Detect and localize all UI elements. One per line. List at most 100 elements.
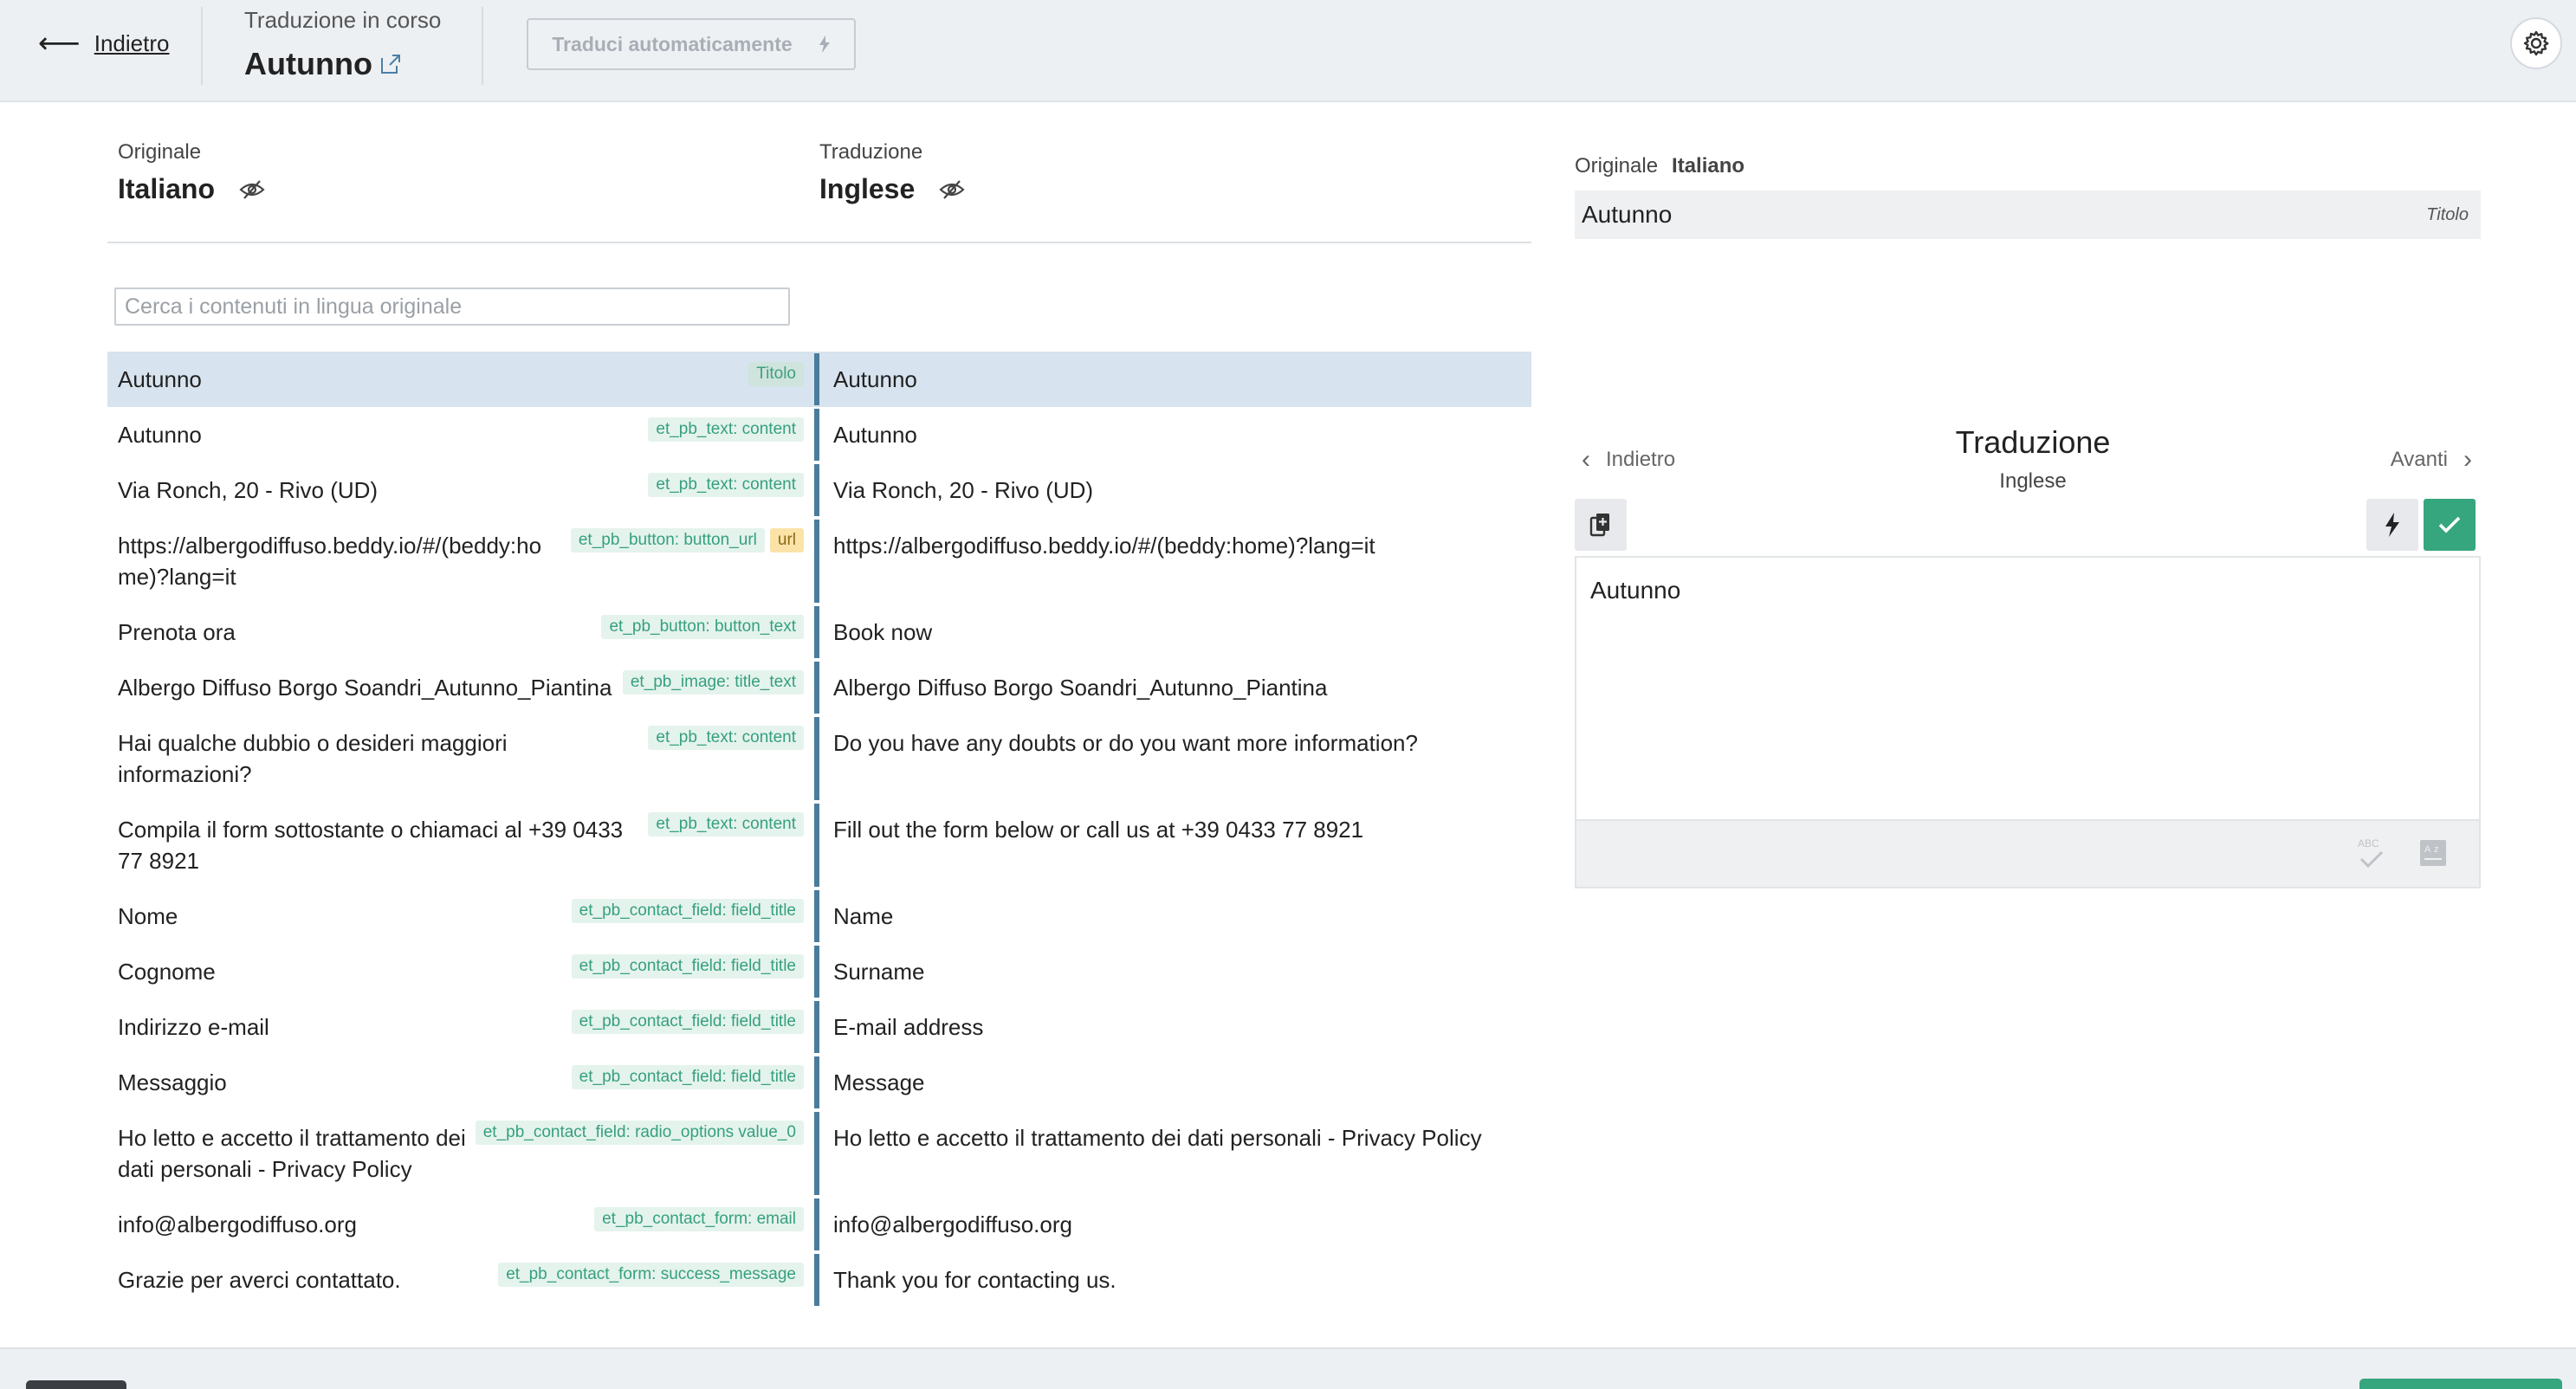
text-format-icon[interactable]: A z bbox=[2418, 838, 2448, 868]
translation-cell: Albergo Diffuso Borgo Soandri_Autunno_Pi… bbox=[833, 675, 1328, 701]
post-title-link[interactable]: Autunno bbox=[244, 46, 441, 82]
field-type-label: Titolo bbox=[2426, 204, 2469, 224]
header-divider bbox=[107, 242, 1531, 243]
translation-cell: Autunno bbox=[833, 422, 917, 448]
table-row[interactable]: Autunno et_pb_text: content Autunno bbox=[107, 407, 1531, 462]
field-tags: et_pb_contact_field: field_title bbox=[571, 954, 804, 979]
original-text: Autunno bbox=[118, 366, 202, 392]
settings-button[interactable] bbox=[2510, 17, 2562, 69]
post-title: Autunno bbox=[244, 46, 372, 81]
back-link[interactable]: ⟵ Indietro bbox=[38, 26, 169, 61]
field-tags: et_pb_text: content bbox=[648, 726, 804, 750]
machine-translate-button[interactable] bbox=[2366, 499, 2418, 551]
translation-cell: info@albergodiffuso.org bbox=[833, 1211, 1072, 1237]
field-tag: et_pb_contact_form: email bbox=[594, 1207, 804, 1231]
field-tag: et_pb_text: content bbox=[648, 417, 804, 442]
field-tags: et_pb_text: content bbox=[648, 473, 804, 497]
translation-target-language: Inglese bbox=[1999, 469, 2067, 493]
header-separator bbox=[201, 7, 203, 85]
copy-original-button[interactable] bbox=[1575, 499, 1627, 551]
translation-panel-title: Traduzione bbox=[1955, 424, 2111, 460]
table-row[interactable]: info@albergodiffuso.org et_pb_contact_for… bbox=[107, 1197, 1531, 1252]
table-row[interactable]: Grazie per averci contattato. et_pb_conta… bbox=[107, 1252, 1531, 1308]
eye-slash-icon[interactable] bbox=[239, 179, 265, 200]
table-row[interactable]: Autunno Titolo Autunno bbox=[107, 352, 1531, 407]
bolt-icon bbox=[2385, 513, 2399, 537]
field-tag: et_pb_contact_field: field_title bbox=[571, 1010, 804, 1034]
table-row[interactable]: https://albergodiffuso.beddy.io/#/(beddy… bbox=[107, 518, 1531, 604]
header-separator bbox=[482, 7, 483, 85]
table-row[interactable]: Compila il form sottostante o chiamaci a… bbox=[107, 802, 1531, 888]
search-input[interactable] bbox=[114, 287, 790, 326]
auto-translate-button[interactable]: Traduci automaticamente bbox=[527, 18, 856, 70]
original-cell: Grazie per averci contattato. et_pb_conta… bbox=[107, 1252, 814, 1308]
field-tags: et_pb_text: content bbox=[648, 812, 804, 837]
translation-cell: Surname bbox=[833, 959, 925, 985]
top-bar: ⟵ Indietro Traduzione in corso Autunno T… bbox=[0, 0, 2576, 102]
editor-original-label: Originale Italiano bbox=[1575, 154, 1744, 178]
original-language-header: Originale Italiano bbox=[118, 140, 265, 205]
next-string-button[interactable]: Avanti › bbox=[2391, 447, 2472, 473]
translation-cell: Via Ronch, 20 - Rivo (UD) bbox=[833, 477, 1094, 503]
translation-language-name: Inglese bbox=[819, 173, 916, 204]
next-label: Avanti bbox=[2390, 448, 2448, 471]
translation-cell: Ho letto e accetto il trattamento dei da… bbox=[833, 1125, 1482, 1151]
table-row[interactable]: Indirizzo e-mail et_pb_contact_field: fie… bbox=[107, 999, 1531, 1055]
field-tag: et_pb_text: content bbox=[648, 473, 804, 497]
table-row[interactable]: Prenota ora et_pb_button: button_text Book… bbox=[107, 604, 1531, 660]
spellcheck-icon[interactable]: ABC bbox=[2354, 835, 2389, 873]
url-badge: url bbox=[769, 528, 804, 552]
original-cell: Via Ronch, 20 - Rivo (UD) et_pb_text: con… bbox=[107, 462, 814, 518]
table-row[interactable]: Via Ronch, 20 - Rivo (UD) et_pb_text: con… bbox=[107, 462, 1531, 518]
check-icon bbox=[2438, 516, 2461, 533]
svg-text:A: A bbox=[2424, 844, 2431, 855]
field-tag: et_pb_button: button_text bbox=[601, 615, 804, 639]
original-cell: Nome et_pb_contact_field: field_title bbox=[107, 888, 814, 944]
table-row[interactable]: Albergo Diffuso Borgo Soandri_Autunno_Pi… bbox=[107, 660, 1531, 715]
translation-textarea[interactable] bbox=[1576, 558, 2479, 817]
translation-cell: Autunno bbox=[833, 366, 917, 392]
bolt-icon bbox=[819, 36, 830, 53]
status-label: Traduzione in corso bbox=[244, 7, 442, 33]
original-cell: info@albergodiffuso.org et_pb_contact_for… bbox=[107, 1197, 814, 1252]
original-cell: Cognome et_pb_contact_field: field_title bbox=[107, 944, 814, 999]
external-link-icon bbox=[380, 55, 400, 74]
previous-string-button[interactable]: ‹ Indietro bbox=[1582, 447, 1675, 473]
bottom-right-button[interactable] bbox=[2359, 1379, 2562, 1389]
field-tag: et_pb_text: content bbox=[648, 726, 804, 750]
editor-original-lang: Italiano bbox=[1672, 154, 1745, 178]
original-cell: https://albergodiffuso.beddy.io/#/(beddy… bbox=[107, 518, 814, 604]
translation-cell: Book now bbox=[833, 619, 933, 645]
original-cell: Prenota ora et_pb_button: button_text bbox=[107, 604, 814, 660]
original-cell: Messaggio et_pb_contact_field: field_titl… bbox=[107, 1055, 814, 1110]
field-tag: et_pb_contact_field: radio_options value… bbox=[475, 1121, 804, 1145]
field-tag: et_pb_contact_field: field_title bbox=[571, 899, 804, 923]
svg-text:ABC: ABC bbox=[2358, 837, 2379, 850]
table-row[interactable]: Hai qualche dubbio o desideri maggiori i… bbox=[107, 715, 1531, 802]
translation-cell: Message bbox=[833, 1069, 925, 1095]
auto-translate-label: Traduci automaticamente bbox=[552, 32, 793, 55]
bottom-left-button[interactable] bbox=[26, 1380, 126, 1389]
field-tag: et_pb_contact_form: success_message bbox=[498, 1263, 804, 1287]
original-cell: Compila il form sottostante o chiamaci a… bbox=[107, 802, 814, 888]
field-tags: et_pb_contact_field: field_title bbox=[571, 1010, 804, 1034]
original-cell: Autunno et_pb_text: content bbox=[107, 407, 814, 462]
field-tags: et_pb_contact_field: field_title bbox=[571, 1065, 804, 1089]
table-row[interactable]: Nome et_pb_contact_field: field_title Name bbox=[107, 888, 1531, 944]
original-caption: Originale bbox=[118, 140, 202, 164]
chevron-right-icon: › bbox=[2463, 445, 2472, 474]
field-tags: et_pb_contact_form: email bbox=[594, 1207, 804, 1231]
field-tag: Titolo bbox=[748, 362, 804, 386]
original-text-box: Autunno Titolo bbox=[1575, 191, 2481, 239]
field-tags: et_pb_button: button_url url bbox=[570, 528, 804, 552]
arrow-left-icon: ⟵ bbox=[38, 27, 81, 60]
eye-slash-icon[interactable] bbox=[939, 179, 965, 200]
back-link-label: Indietro bbox=[94, 29, 170, 56]
table-row[interactable]: Cognome et_pb_contact_field: field_title S… bbox=[107, 944, 1531, 999]
translation-cell: Do you have any doubts or do you want mo… bbox=[833, 730, 1418, 756]
table-row[interactable]: Messaggio et_pb_contact_field: field_titl… bbox=[107, 1055, 1531, 1110]
field-tags: et_pb_image: title_text bbox=[622, 670, 804, 694]
field-tag: et_pb_text: content bbox=[648, 812, 804, 837]
table-row[interactable]: Ho letto e accetto il trattamento dei da… bbox=[107, 1110, 1531, 1197]
confirm-translation-button[interactable] bbox=[2424, 499, 2476, 551]
